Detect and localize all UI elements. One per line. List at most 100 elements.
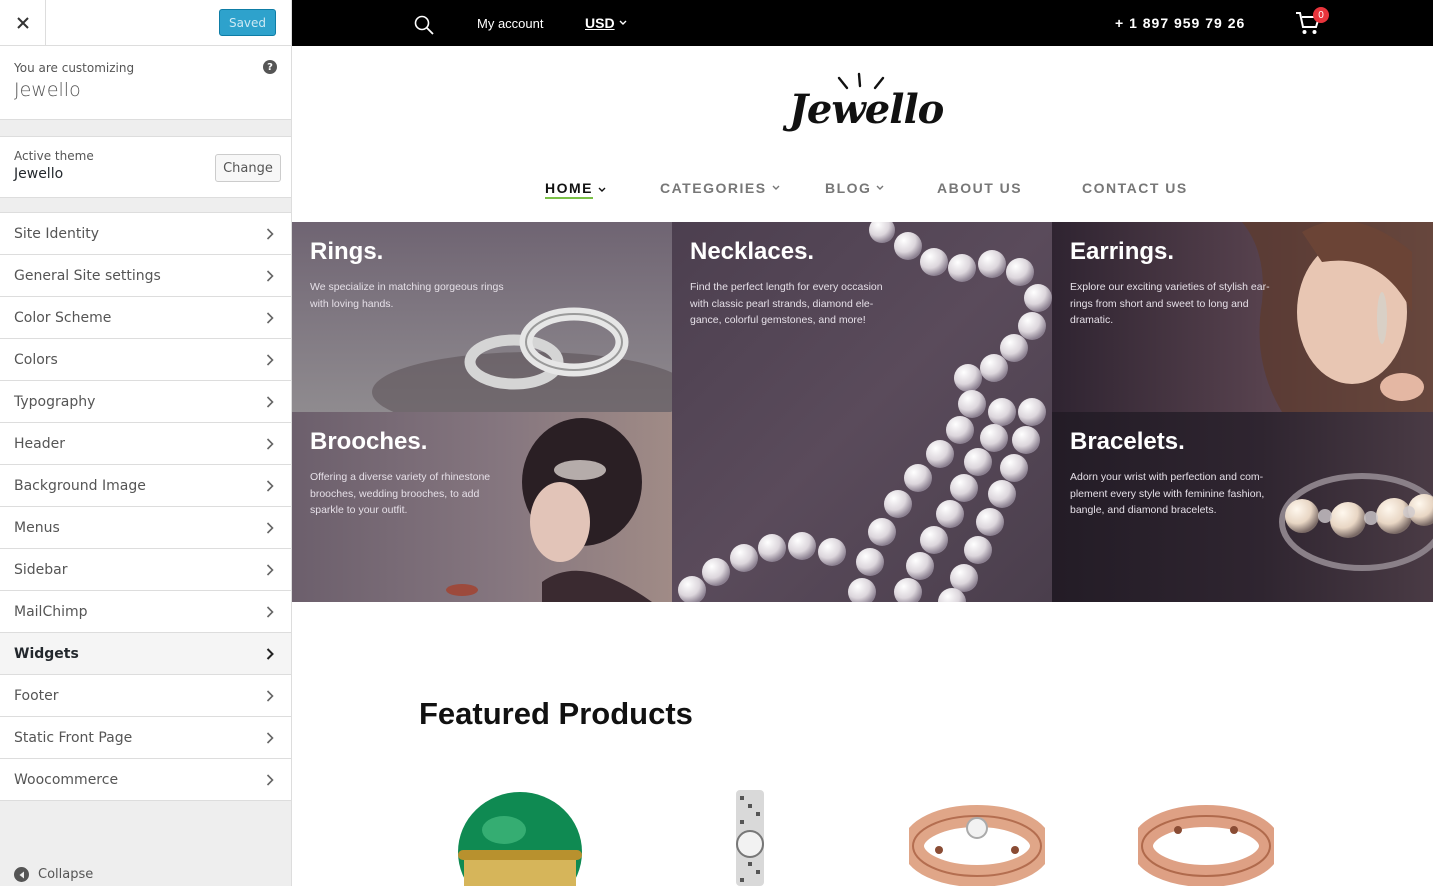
section-footer[interactable]: Footer	[0, 675, 291, 717]
main-navigation: HOME CATEGORIES BLOG ABOUT US CONTACT US	[292, 178, 1433, 200]
nav-label: HOME	[545, 180, 593, 199]
cart-count-badge: 0	[1313, 7, 1329, 23]
search-icon[interactable]	[414, 15, 434, 35]
section-mailchimp[interactable]: MailChimp	[0, 591, 291, 633]
chevron-right-icon	[263, 647, 277, 661]
chevron-down-icon	[598, 187, 606, 192]
section-general-site-settings[interactable]: General Site settings	[0, 255, 291, 297]
customizer-header: Saved	[0, 0, 291, 46]
change-theme-button[interactable]: Change	[215, 154, 281, 182]
banner-bracelets[interactable]: Bracelets. Adorn your wrist with perfect…	[1052, 412, 1433, 602]
nav-label: BLOG	[825, 180, 872, 196]
saved-button[interactable]: Saved	[219, 9, 276, 36]
section-label: MailChimp	[14, 603, 88, 620]
logo-text: Jewello	[789, 86, 944, 133]
chevron-right-icon	[263, 227, 277, 241]
section-label: Header	[14, 435, 65, 452]
active-theme-panel: Active theme Jewello Change	[0, 136, 291, 198]
collapse-arrow-icon	[14, 867, 29, 882]
section-label: Typography	[14, 393, 96, 410]
chevron-right-icon	[263, 731, 277, 745]
phone-number[interactable]: + 1 897 959 79 26	[1115, 15, 1245, 31]
section-colors[interactable]: Colors	[0, 339, 291, 381]
chevron-right-icon	[263, 353, 277, 367]
category-banners: Rings. We specialize in matching gorgeou…	[292, 222, 1433, 602]
banner-title: Bracelets.	[1070, 428, 1185, 455]
chevron-right-icon	[263, 689, 277, 703]
banner-text: We specialize in matching gorgeous rings…	[310, 281, 504, 310]
banner-title: Rings.	[310, 238, 384, 265]
nav-categories[interactable]: CATEGORIES	[660, 180, 780, 196]
nav-label: CONTACT US	[1082, 180, 1188, 196]
featured-products-title: Featured Products	[419, 696, 693, 731]
gold-band-ring-icon[interactable]	[1138, 790, 1274, 886]
section-sidebar[interactable]: Sidebar	[0, 549, 291, 591]
chevron-right-icon	[263, 521, 277, 535]
diamond-band-ring-icon[interactable]	[909, 790, 1045, 886]
section-header[interactable]: Header	[0, 423, 291, 465]
section-color-scheme[interactable]: Color Scheme	[0, 297, 291, 339]
section-label: Site Identity	[14, 225, 99, 242]
banner-brooches[interactable]: Brooches. Offering a diverse variety of …	[292, 412, 672, 602]
chevron-right-icon	[263, 395, 277, 409]
section-background-image[interactable]: Background Image	[0, 465, 291, 507]
top-bar: My account USD + 1 897 959 79 26 0	[292, 0, 1433, 46]
nav-contact-us[interactable]: CONTACT US	[1082, 180, 1188, 196]
section-static-front-page[interactable]: Static Front Page	[0, 717, 291, 759]
help-icon[interactable]: ?	[263, 60, 277, 74]
close-customizer-button[interactable]	[0, 0, 46, 46]
site-preview: My account USD + 1 897 959 79 26 0 Jewel…	[292, 0, 1433, 886]
section-label: Widgets	[14, 645, 79, 662]
nav-label: ABOUT US	[937, 180, 1023, 196]
section-menus[interactable]: Menus	[0, 507, 291, 549]
chevron-right-icon	[263, 437, 277, 451]
section-label: Menus	[14, 519, 60, 536]
my-account-link[interactable]: My account	[477, 16, 543, 31]
chevron-right-icon	[263, 605, 277, 619]
banner-title: Necklaces.	[690, 238, 815, 265]
chevron-right-icon	[263, 563, 277, 577]
collapse-label: Collapse	[38, 867, 94, 882]
chevron-down-icon	[772, 185, 780, 190]
close-icon	[16, 17, 29, 29]
banner-necklaces[interactable]: Necklaces. Find the perfect length for e…	[672, 222, 1052, 602]
site-name: Jewello	[14, 79, 81, 101]
chevron-right-icon	[263, 311, 277, 325]
chevron-right-icon	[263, 269, 277, 283]
section-widgets[interactable]: Widgets	[0, 633, 291, 675]
section-label: Color Scheme	[14, 309, 112, 326]
customizing-label: You are customizing	[14, 61, 135, 75]
customizer-sidebar: Saved You are customizing Jewello ? Acti…	[0, 0, 292, 886]
section-label: Background Image	[14, 477, 146, 494]
chevron-right-icon	[263, 479, 277, 493]
site-logo[interactable]: Jewello	[789, 72, 944, 138]
banner-text: Offering a diverse variety of rhinestone…	[310, 471, 491, 516]
silver-watch-icon[interactable]	[730, 790, 770, 886]
customizer-sections: Site Identity General Site settings Colo…	[0, 212, 291, 801]
banner-title: Earrings.	[1070, 238, 1175, 265]
banner-text: Explore our exciting varieties of stylis…	[1070, 281, 1270, 326]
section-label: Footer	[14, 687, 59, 704]
banner-text: Find the perfect length for every occasi…	[690, 281, 883, 326]
nav-home[interactable]: HOME	[545, 180, 606, 199]
section-woocommerce[interactable]: Woocommerce	[0, 759, 291, 801]
nav-label: CATEGORIES	[660, 180, 767, 196]
banner-earrings[interactable]: Earrings. Explore our exciting varieties…	[1052, 222, 1433, 412]
nav-blog[interactable]: BLOG	[825, 180, 884, 196]
customizing-info: You are customizing Jewello ?	[0, 46, 291, 120]
collapse-button[interactable]: Collapse	[14, 867, 93, 882]
chevron-down-icon	[619, 20, 627, 25]
section-label: Colors	[14, 351, 58, 368]
emerald-ring-icon[interactable]	[454, 790, 586, 886]
nav-about-us[interactable]: ABOUT US	[937, 180, 1022, 196]
banner-rings[interactable]: Rings. We specialize in matching gorgeou…	[292, 222, 672, 412]
chevron-right-icon	[263, 773, 277, 787]
section-label: Woocommerce	[14, 771, 119, 788]
section-label: Static Front Page	[14, 729, 133, 746]
section-typography[interactable]: Typography	[0, 381, 291, 423]
section-site-identity[interactable]: Site Identity	[0, 213, 291, 255]
section-label: General Site settings	[14, 267, 161, 284]
currency-select[interactable]: USD	[585, 15, 627, 31]
section-label: Sidebar	[14, 561, 68, 578]
currency-label: USD	[585, 15, 615, 31]
